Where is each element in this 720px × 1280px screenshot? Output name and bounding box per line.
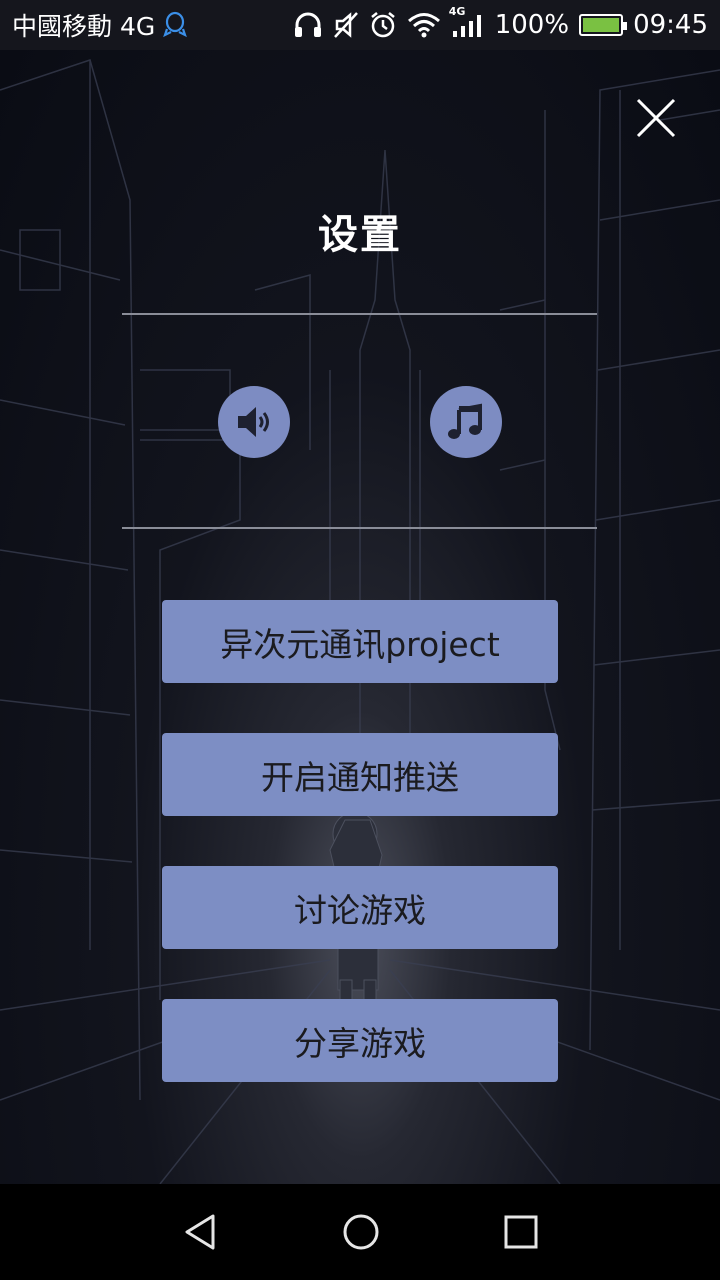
enable-notifications-button[interactable]: 开启通知推送	[162, 733, 558, 816]
battery-icon	[579, 14, 628, 36]
settings-screen: 设置 异次元通讯project 开启通知推送 讨论游戏 分享游戏	[0, 50, 720, 1184]
recent-apps-button[interactable]	[501, 1212, 541, 1252]
wifi-icon	[407, 12, 441, 38]
clock: 09:45	[633, 10, 708, 40]
discuss-game-button[interactable]: 讨论游戏	[162, 866, 558, 949]
nav-bar	[0, 1184, 720, 1280]
project-button[interactable]: 异次元通讯project	[162, 600, 558, 683]
divider-bottom	[122, 527, 597, 529]
alarm-icon	[369, 11, 397, 39]
battery-fill	[583, 18, 620, 32]
recent-apps-icon	[504, 1215, 538, 1249]
battery-percent: 100%	[494, 10, 570, 40]
signal-icon: 4G	[449, 5, 485, 39]
close-icon	[636, 98, 676, 138]
share-game-button[interactable]: 分享游戏	[162, 999, 558, 1082]
back-icon	[185, 1214, 215, 1250]
speaker-icon	[238, 407, 269, 437]
status-left: 中國移動 4G	[12, 7, 188, 43]
music-toggle-button[interactable]	[430, 386, 502, 458]
mute-icon	[333, 11, 359, 39]
status-right: 4G 100% 09:45	[293, 5, 708, 40]
music-note-icon	[448, 403, 482, 439]
home-icon	[343, 1214, 379, 1250]
sound-toggle-button[interactable]	[218, 386, 290, 458]
carrier-label: 中國移動 4G	[12, 12, 156, 41]
headphones-icon	[293, 11, 323, 39]
close-button[interactable]	[628, 90, 684, 146]
page-title: 设置	[318, 212, 402, 258]
status-bar: 中國移動 4G 4G 100% 09:45	[0, 0, 720, 50]
divider-top	[122, 313, 597, 315]
qq-icon	[163, 11, 188, 39]
back-button[interactable]	[181, 1212, 221, 1252]
network-badge: 4G	[448, 5, 466, 18]
home-button[interactable]	[341, 1212, 381, 1252]
